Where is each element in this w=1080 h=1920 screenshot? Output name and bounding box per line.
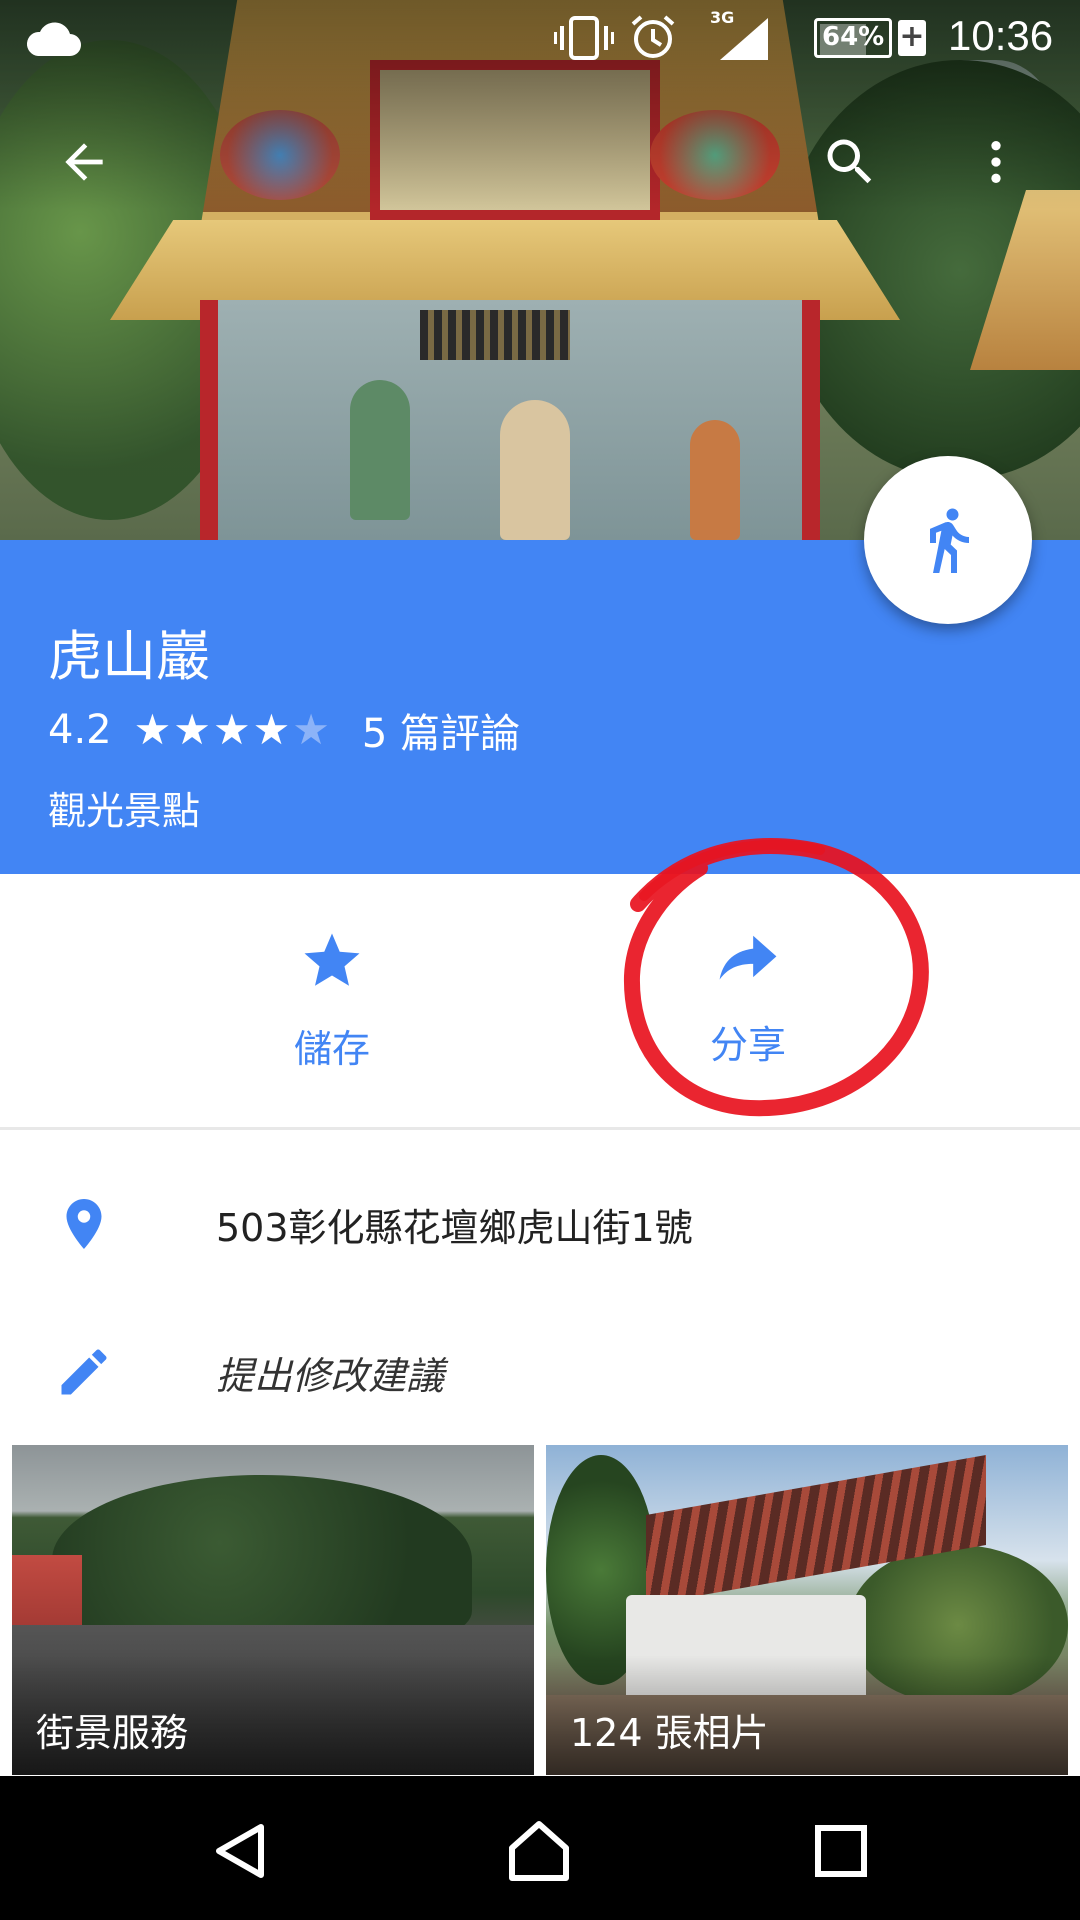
charging-plus-icon: + (898, 19, 926, 56)
photos-count-label: 124 張相片 (570, 1711, 769, 1755)
rating-row[interactable]: 4.2 ★ ★ ★ ★ ★ 5 篇評論 (48, 705, 520, 757)
search-button[interactable] (814, 126, 886, 198)
edit-pencil-icon (48, 1336, 120, 1408)
address-text: 503彰化縣花壇鄉虎山街1號 (216, 1205, 693, 1250)
nav-back-icon (216, 1824, 264, 1878)
action-row: 儲存 分享 (0, 874, 1080, 1130)
rating-value: 4.2 (48, 707, 112, 753)
signal-icon (720, 18, 768, 60)
tile-trees (52, 1475, 472, 1645)
share-label: 分享 (709, 1023, 786, 1067)
cloud-icon (26, 22, 81, 56)
search-icon (827, 139, 872, 184)
place-title: 虎山巖 (48, 625, 210, 688)
back-arrow-icon (65, 143, 103, 181)
location-pin-icon (48, 1188, 120, 1260)
review-count[interactable]: 5 篇評論 (362, 701, 520, 759)
hero-photo[interactable] (0, 0, 1080, 540)
rating-stars: ★ ★ ★ ★ ★ (134, 709, 332, 751)
star-filled-icon: ★ (173, 705, 211, 754)
battery-percent: 64% (822, 22, 885, 52)
directions-walk-icon (930, 508, 969, 573)
hero-temple-figure (690, 420, 740, 540)
suggest-edit-text: 提出修改建議 (216, 1353, 445, 1398)
star-empty-icon: ★ (292, 705, 330, 754)
system-nav-bar (0, 1776, 1080, 1920)
street-view-label: 街景服務 (36, 1711, 189, 1755)
share-button[interactable]: 分享 (628, 928, 868, 1098)
nav-back-button[interactable] (196, 1806, 286, 1896)
hero-temple-figure (500, 400, 570, 540)
save-label: 儲存 (293, 1027, 370, 1071)
status-bar: 3G 64% + 10:36 (0, 0, 1080, 78)
nav-recents-icon (815, 1825, 867, 1877)
alarm-icon (631, 15, 675, 58)
address-row[interactable]: 503彰化縣花壇鄉虎山街1號 (0, 1164, 1080, 1284)
street-view-tile[interactable]: 街景服務 (12, 1445, 534, 1775)
save-button[interactable]: 儲存 (212, 928, 452, 1098)
nav-home-button[interactable] (494, 1806, 584, 1896)
back-button[interactable] (48, 126, 120, 198)
more-vert-icon (991, 141, 1001, 183)
star-filled-icon: ★ (212, 705, 251, 754)
battery-charging-icon: 64% + (814, 18, 926, 58)
vibrate-icon (554, 16, 614, 60)
nav-home-icon (509, 1821, 569, 1881)
nav-recents-button[interactable] (796, 1806, 886, 1896)
hero-temple-window (420, 310, 570, 360)
star-icon (304, 933, 360, 986)
photos-tile[interactable]: 124 張相片 (546, 1445, 1068, 1775)
suggest-edit-row[interactable]: 提出修改建議 (0, 1312, 1080, 1432)
star-filled-icon: ★ (133, 705, 172, 754)
place-category: 觀光景點 (48, 789, 201, 833)
directions-fab[interactable] (864, 456, 1032, 624)
share-arrow-icon (719, 935, 777, 980)
star-filled-icon: ★ (252, 705, 291, 754)
more-options-button[interactable] (960, 126, 1032, 198)
status-time: 10:36 (948, 12, 1054, 59)
hero-temple-figure (350, 380, 410, 520)
